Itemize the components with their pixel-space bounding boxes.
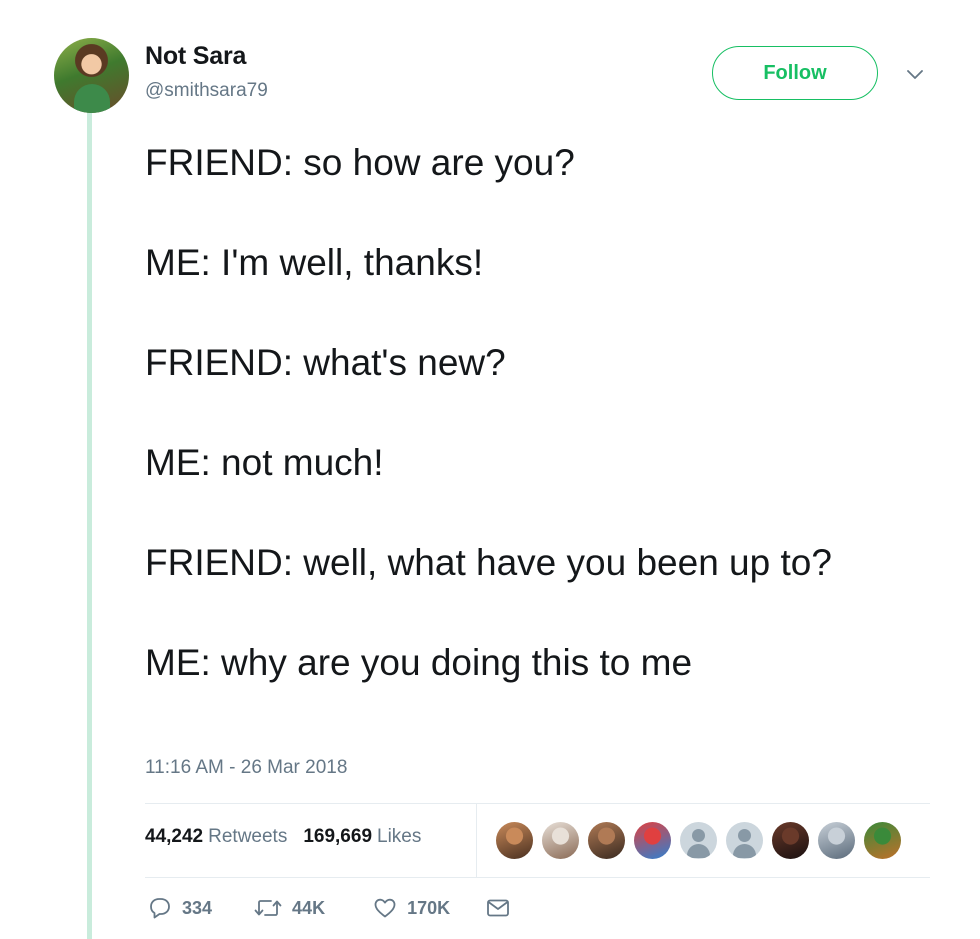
tweet-stats: 44,242 Retweets 169,669 Likes — [145, 826, 421, 848]
retweets-count: 44,242 — [145, 826, 204, 847]
liker-avatar[interactable] — [818, 822, 855, 859]
liker-avatar[interactable] — [864, 822, 901, 859]
direct-message-button[interactable] — [486, 898, 510, 918]
tweet-actions: 334 44K 170K — [148, 897, 510, 919]
envelope-icon — [487, 899, 510, 917]
user-handle[interactable]: @smithsara79 — [145, 80, 268, 102]
tweet-text: FRIEND: so how are you? ME: I'm well, th… — [145, 138, 905, 688]
like-count: 170K — [407, 897, 451, 918]
tweet-line: FRIEND: well, what have you been up to? — [145, 542, 832, 583]
reply-count: 334 — [182, 897, 213, 918]
tweet-line: FRIEND: what's new? — [145, 342, 506, 383]
reply-button[interactable]: 334 — [148, 897, 212, 919]
tweet-line: ME: why are you doing this to me — [145, 642, 693, 683]
avatar[interactable] — [54, 38, 129, 113]
likes-label: Likes — [377, 826, 422, 847]
likes-count: 169,669 — [303, 826, 373, 847]
like-button[interactable]: 170K — [373, 897, 450, 919]
liker-avatar[interactable] — [542, 822, 579, 859]
reply-icon — [150, 898, 170, 919]
tweet-line: FRIEND: so how are you? — [145, 142, 575, 183]
liker-avatar[interactable] — [726, 822, 763, 859]
tweet-timestamp[interactable]: 11:16 AM - 26 Mar 2018 — [145, 757, 347, 779]
heart-icon — [374, 898, 396, 918]
tweet-line: ME: I'm well, thanks! — [145, 242, 484, 283]
chevron-down-icon[interactable] — [904, 64, 926, 86]
retweets-stat[interactable]: 44,242 Retweets — [145, 826, 287, 848]
liker-avatar[interactable] — [772, 822, 809, 859]
liker-avatar[interactable] — [634, 822, 671, 859]
liker-avatars — [496, 822, 901, 859]
tweet-line: ME: not much! — [145, 442, 384, 483]
liker-avatar[interactable] — [680, 822, 717, 859]
display-name[interactable]: Not Sara — [145, 42, 246, 71]
liker-avatar[interactable] — [588, 822, 625, 859]
retweet-icon — [254, 900, 282, 916]
divider — [145, 803, 930, 804]
likes-stat[interactable]: 169,669 Likes — [303, 826, 421, 848]
liker-avatar[interactable] — [496, 822, 533, 859]
retweet-count: 44K — [292, 897, 326, 918]
retweet-button[interactable]: 44K — [254, 897, 325, 919]
stats-divider — [476, 804, 477, 877]
retweets-label: Retweets — [208, 826, 288, 847]
follow-button[interactable]: Follow — [712, 46, 878, 100]
thread-line — [87, 112, 92, 939]
divider — [145, 877, 930, 878]
